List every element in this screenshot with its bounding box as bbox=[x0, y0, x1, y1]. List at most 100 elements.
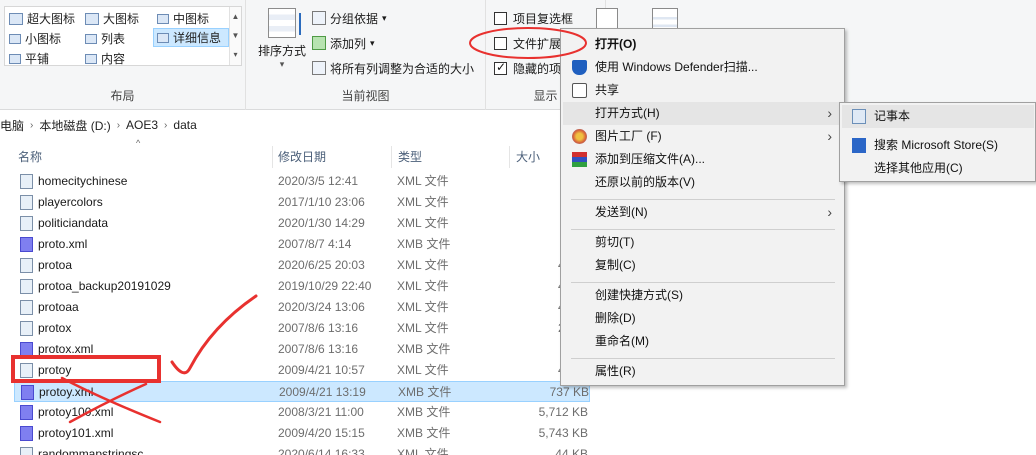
hidden-items-toggle[interactable]: 隐藏的项 bbox=[494, 58, 561, 78]
layout-item-label: 内容 bbox=[101, 52, 126, 66]
menu-item-defender-scan[interactable]: 使用 Windows Defender扫描... bbox=[563, 56, 842, 79]
file-row[interactable]: randommapstringsc 2020/6/14 16:33 XML 文件 44… bbox=[14, 444, 590, 455]
layout-medium-icons[interactable]: 中图标 bbox=[157, 9, 209, 28]
submenu-item-search-store[interactable]: 搜索 Microsoft Store(S) bbox=[842, 134, 1034, 157]
layout-item-label: 大图标 bbox=[103, 12, 140, 26]
breadcrumb-item-pc[interactable]: 电脑 bbox=[0, 117, 24, 134]
fit-columns-button[interactable]: 将所有列调整为合适的大小 bbox=[312, 58, 474, 78]
file-row[interactable]: protoa2020/6/25 20:03XML 文件4,732 bbox=[14, 255, 590, 276]
menu-separator bbox=[571, 199, 835, 200]
menu-item-share[interactable]: 共享 bbox=[563, 79, 842, 102]
menu-item-properties[interactable]: 属性(R) bbox=[563, 360, 842, 383]
file-date: 2017/1/10 23:06 bbox=[278, 195, 365, 209]
xmb-icon bbox=[20, 237, 33, 252]
column-divider[interactable] bbox=[509, 146, 510, 168]
breadcrumb-separator-icon[interactable]: › bbox=[164, 120, 167, 131]
file-row[interactable]: playercolors2017/1/10 23:06XML 文件1 bbox=[14, 192, 590, 213]
scroll-down-icon[interactable]: ▼ bbox=[230, 26, 241, 45]
item-checkbox-box[interactable] bbox=[494, 11, 507, 25]
submenu-item-label: 搜索 Microsoft Store(S) bbox=[874, 138, 999, 152]
file-date: 2020/3/24 13:06 bbox=[278, 300, 365, 314]
file-row[interactable]: homecitychinese2020/3/5 12:41XML 文件53 bbox=[14, 171, 590, 192]
menu-item-create-shortcut[interactable]: 创建快捷方式(S) bbox=[563, 284, 842, 307]
menu-item-picture-factory[interactable]: 图片工厂 (F) › bbox=[563, 125, 842, 148]
medium-icons-icon bbox=[157, 13, 169, 24]
store-icon bbox=[852, 138, 866, 153]
ribbon-group-layout: 超大图标 大图标 中图标 小图标 列表 详细信息 平铺 内容 ▲ ▼ ▾ 布局 bbox=[0, 0, 246, 110]
column-header-date[interactable]: 修改日期 bbox=[278, 146, 326, 168]
layout-scrollbar[interactable]: ▲ ▼ ▾ bbox=[229, 7, 241, 65]
layout-large-icons[interactable]: 大图标 bbox=[85, 9, 139, 28]
layout-item-label: 中图标 bbox=[173, 12, 210, 26]
menu-item-add-to-archive[interactable]: 添加到压缩文件(A)... bbox=[563, 148, 842, 171]
column-divider[interactable] bbox=[272, 146, 273, 168]
hidden-items-box[interactable] bbox=[494, 60, 507, 75]
file-extension-toggle[interactable]: 文件扩展 bbox=[494, 33, 561, 53]
breadcrumb-separator-icon[interactable]: › bbox=[30, 120, 33, 131]
file-row[interactable]: proto.xml2007/8/7 4:14XMB 文件247 bbox=[14, 234, 590, 255]
menu-item-label: 删除(D) bbox=[595, 311, 636, 325]
file-name: protoaa bbox=[38, 300, 79, 314]
submenu-item-label: 选择其他应用(C) bbox=[874, 161, 963, 175]
item-checkbox-toggle[interactable]: 项目复选框 bbox=[494, 8, 573, 28]
scroll-up-icon[interactable]: ▲ bbox=[230, 7, 241, 26]
add-column-button[interactable]: 添加列 ▾ bbox=[312, 33, 375, 53]
menu-item-cut[interactable]: 剪切(T) bbox=[563, 231, 842, 254]
menu-item-open[interactable]: 打开(O) bbox=[563, 33, 842, 56]
xmb-icon bbox=[21, 385, 34, 400]
file-extension-box[interactable] bbox=[494, 36, 507, 50]
breadcrumb-item-drive[interactable]: 本地磁盘 (D:) bbox=[39, 117, 110, 134]
menu-item-label: 重命名(M) bbox=[595, 334, 649, 348]
file-name: homecitychinese bbox=[38, 174, 128, 188]
file-row[interactable]: protoy101.xml 2009/4/20 15:15 XMB 文件 5,743 … bbox=[14, 423, 590, 444]
layout-tiles[interactable]: 平铺 bbox=[9, 49, 49, 68]
column-header-size[interactable]: 大小 bbox=[516, 146, 540, 168]
layout-content[interactable]: 内容 bbox=[85, 49, 125, 68]
menu-item-restore-versions[interactable]: 还原以前的版本(V) bbox=[563, 171, 842, 194]
layout-item-label: 详细信息 bbox=[173, 31, 222, 45]
doc-icon bbox=[20, 195, 33, 210]
file-date: 2009/4/21 13:19 bbox=[279, 385, 366, 399]
column-divider[interactable] bbox=[391, 146, 392, 168]
layout-list[interactable]: 列表 bbox=[85, 29, 125, 48]
file-row[interactable]: protoy2009/4/21 10:57XML 文件4,270 bbox=[14, 360, 590, 381]
group-by-button[interactable]: 分组依据 ▾ bbox=[312, 8, 387, 28]
layout-small-icons[interactable]: 小图标 bbox=[9, 29, 61, 48]
notepad-icon bbox=[852, 109, 866, 124]
file-row[interactable]: protoa_backup20191029 2019/10/29 22:40 XML… bbox=[14, 276, 590, 297]
file-row[interactable]: politiciandata2020/1/30 14:29XML 文件28 bbox=[14, 213, 590, 234]
add-column-caret-icon: ▾ bbox=[370, 37, 375, 48]
menu-item-rename[interactable]: 重命名(M) bbox=[563, 330, 842, 353]
menu-item-copy[interactable]: 复制(C) bbox=[563, 254, 842, 277]
expand-gallery-icon[interactable]: ▾ bbox=[230, 45, 241, 64]
layout-extra-large-icons[interactable]: 超大图标 bbox=[9, 9, 75, 28]
fit-columns-icon bbox=[312, 61, 326, 75]
file-row[interactable]: protox2007/8/6 13:16XML 文件2,009 bbox=[14, 318, 590, 339]
file-row[interactable]: protoy100.xml 2008/3/21 11:00 XMB 文件 5,712 … bbox=[14, 402, 590, 423]
file-size: 5,712 KB bbox=[538, 405, 588, 419]
group-by-icon bbox=[312, 11, 326, 25]
file-row[interactable]: protox.xml2007/8/6 13:16XMB 文件367 bbox=[14, 339, 590, 360]
file-type: XMB 文件 bbox=[397, 426, 451, 440]
submenu-item-choose-app[interactable]: 选择其他应用(C) bbox=[842, 157, 1034, 180]
file-name: protox.xml bbox=[38, 342, 94, 356]
file-row[interactable]: protoaa2020/3/24 13:06XML 文件4,706 bbox=[14, 297, 590, 318]
breadcrumb-item-data[interactable]: data bbox=[173, 118, 196, 132]
column-header-type[interactable]: 类型 bbox=[398, 146, 422, 168]
file-row[interactable]: protoy.xml 2009/4/21 13:19 XMB 文件 737 KB bbox=[14, 381, 590, 402]
file-date: 2007/8/7 4:14 bbox=[278, 237, 352, 251]
submenu-item-notepad[interactable]: 记事本 bbox=[842, 105, 1034, 128]
menu-item-label: 还原以前的版本(V) bbox=[595, 175, 695, 189]
layout-details[interactable]: 详细信息 bbox=[153, 28, 229, 47]
breadcrumb-item-aoe3[interactable]: AOE3 bbox=[126, 118, 158, 132]
breadcrumb-separator-icon[interactable]: › bbox=[117, 120, 120, 131]
file-name: randommapstringsc bbox=[38, 447, 144, 455]
archive-icon bbox=[572, 152, 587, 167]
fit-columns-label: 将所有列调整为合适的大小 bbox=[330, 61, 475, 76]
column-header-name[interactable]: 名称 bbox=[18, 146, 42, 168]
menu-item-open-with[interactable]: 打开方式(H) › bbox=[563, 102, 842, 125]
menu-item-label: 发送到(N) bbox=[595, 205, 648, 219]
menu-item-send-to[interactable]: 发送到(N) › bbox=[563, 201, 842, 224]
sort-by-button[interactable]: 排序方式 ▾ bbox=[256, 8, 308, 69]
menu-item-delete[interactable]: 删除(D) bbox=[563, 307, 842, 330]
